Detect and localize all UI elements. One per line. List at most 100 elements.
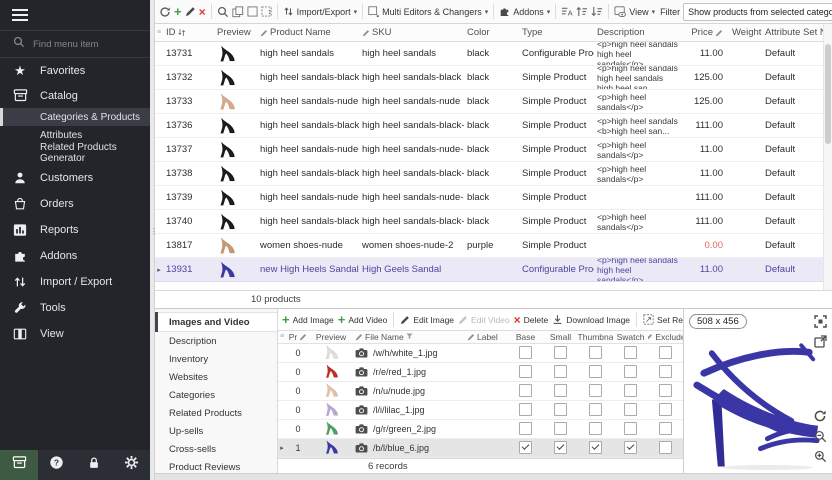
column-header-type[interactable]: Type (519, 24, 594, 41)
exclude-checkbox[interactable] (659, 346, 672, 359)
settings-button[interactable] (113, 450, 150, 480)
view-menu[interactable]: View▾ (614, 6, 655, 17)
add-image-button[interactable]: +Add Image (282, 313, 334, 326)
sidebar-item-orders[interactable]: Orders (0, 191, 150, 217)
cell-product-name[interactable]: high heel sandals-nude-36 (257, 138, 359, 161)
cell-color[interactable]: black (464, 138, 519, 161)
cell-sku[interactable]: high heel sandals-black-37 (359, 162, 464, 185)
small-checkbox[interactable] (554, 403, 567, 416)
cell-image-preview[interactable] (310, 420, 352, 438)
cell-price[interactable]: 125.00 (682, 66, 729, 89)
cell-price[interactable]: 11.00 (682, 162, 729, 185)
table-row[interactable]: 13737 high heel sandals-nude-36 high hee… (155, 138, 832, 162)
cell-file-name[interactable]: /r/e/red_1.jpg (352, 363, 464, 381)
cell-image-preview[interactable] (310, 344, 352, 362)
exclude-checkbox[interactable] (659, 384, 672, 397)
tab-up-sells[interactable]: Up-sells (155, 422, 277, 440)
fit-screen-button[interactable] (814, 315, 827, 333)
table-row[interactable]: ▸ 13931 new High Heels Sandals High Geel… (155, 258, 832, 282)
cell-description[interactable] (594, 186, 682, 209)
cell-sku[interactable]: high heel sandals (359, 42, 464, 65)
tab-cross-sells[interactable]: Cross-sells (155, 440, 277, 458)
cell-type[interactable]: Simple Product (519, 234, 594, 257)
base-checkbox[interactable] (519, 403, 532, 416)
cell-price[interactable]: 125.00 (682, 90, 729, 113)
image-row[interactable]: 0 /g/r/green_2.jpg (278, 420, 683, 439)
select-columns-button[interactable] (261, 6, 272, 17)
cell-price[interactable]: 0.00 (682, 234, 729, 257)
cell-attribute-set[interactable]: Default (762, 66, 823, 89)
cell-label[interactable] (464, 344, 508, 362)
column-header-attr[interactable]: Attribute Set Name (762, 24, 823, 41)
horizontal-scrollbar[interactable] (155, 473, 832, 480)
cell-sku[interactable]: high heel sandals-nude (359, 90, 464, 113)
base-checkbox[interactable] (519, 365, 532, 378)
sidebar-item-addons[interactable]: Addons (0, 243, 150, 269)
cell-weight[interactable] (729, 162, 762, 185)
open-external-button[interactable] (814, 335, 827, 353)
cell-type[interactable]: Simple Product (519, 162, 594, 185)
swatch-checkbox[interactable] (624, 365, 637, 378)
images-column-header-thumbna[interactable]: Thumbna (578, 332, 613, 342)
column-header-name[interactable]: Product Name (257, 24, 359, 41)
base-checkbox[interactable] (519, 441, 532, 454)
cell-product-name[interactable]: new High Heels Sandals (257, 258, 359, 281)
cell-id[interactable]: 13931 (163, 258, 205, 281)
help-button[interactable]: ? (38, 450, 75, 480)
table-row[interactable]: 13732 high heel sandals-black high heel … (155, 66, 832, 90)
sidebar-item-reports[interactable]: Reports (0, 217, 150, 243)
column-header-prev[interactable]: Preview (205, 24, 257, 41)
tab-related-products[interactable]: Related Products (155, 404, 277, 422)
small-checkbox[interactable] (554, 365, 567, 378)
cell-attribute-set[interactable]: Default (762, 162, 823, 185)
cell-sku[interactable]: high heel sandals-black-36 (359, 114, 464, 137)
base-checkbox[interactable] (519, 346, 532, 359)
zoom-out-button[interactable] (814, 430, 827, 448)
cell-sku[interactable]: high heel sandals-nude-36 (359, 138, 464, 161)
add-button[interactable]: + (174, 5, 182, 18)
sidebar-item-view[interactable]: View (0, 321, 150, 347)
checkbox-tool-button[interactable] (247, 6, 258, 17)
table-row[interactable]: 13739 high heel sandals-nude-37 high hee… (155, 186, 832, 210)
column-header-sku[interactable]: SKU (359, 24, 464, 41)
cell-description[interactable]: <p>high heel sandals</p> (594, 138, 682, 161)
table-row[interactable]: 13733 high heel sandals-nude high heel s… (155, 90, 832, 114)
cell-weight[interactable] (729, 42, 762, 65)
grid-vertical-scrollbar[interactable] (823, 24, 832, 290)
search-button[interactable] (217, 6, 229, 18)
add-video-button[interactable]: +Add Video (338, 313, 388, 326)
cell-color[interactable]: purple (464, 234, 519, 257)
cell-file-name[interactable]: /w/h/white_1.jpg (352, 344, 464, 362)
rotate-button[interactable] (813, 409, 827, 428)
table-row[interactable]: 13740 high heel sandals-black-38 high he… (155, 210, 832, 234)
cell-preview[interactable] (205, 66, 257, 89)
cell-weight[interactable] (729, 90, 762, 113)
cell-preview[interactable] (205, 162, 257, 185)
cell-priority[interactable]: 0 (286, 420, 310, 438)
import-export-menu[interactable]: Import/Export▾ (283, 6, 358, 17)
thumbnail-checkbox[interactable] (589, 365, 602, 378)
tab-images-and-video[interactable]: Images and Video (155, 312, 277, 332)
cell-attribute-set[interactable]: Default (762, 186, 823, 209)
column-header-color[interactable]: Color (464, 24, 519, 41)
cell-image-preview[interactable] (310, 382, 352, 400)
exclude-checkbox[interactable] (659, 422, 672, 435)
cell-id[interactable]: 13733 (163, 90, 205, 113)
small-checkbox[interactable] (554, 384, 567, 397)
cell-file-name[interactable]: /g/r/green_2.jpg (352, 420, 464, 438)
cell-product-name[interactable]: high heel sandals-black (257, 66, 359, 89)
cell-color[interactable]: black (464, 162, 519, 185)
sidebar-item-customers[interactable]: Customers (0, 165, 150, 191)
cell-id[interactable]: 13737 (163, 138, 205, 161)
small-checkbox[interactable] (554, 346, 567, 359)
tab-inventory[interactable]: Inventory (155, 350, 277, 368)
image-row[interactable]: 0 /w/h/white_1.jpg (278, 344, 683, 363)
sort-az-button[interactable]: A (561, 6, 573, 17)
images-column-header-pr[interactable]: Pr (286, 332, 310, 342)
grid-corner[interactable]: ≡ (155, 24, 163, 41)
image-row[interactable]: ▸ 1 /b/l/blue_6.jpg (278, 439, 683, 458)
cell-price[interactable]: 11.00 (682, 258, 729, 281)
collapse-rows-button[interactable] (591, 6, 603, 17)
cell-type[interactable]: Configurable Product (519, 258, 594, 281)
grid-corner[interactable]: ≡ (278, 333, 286, 340)
